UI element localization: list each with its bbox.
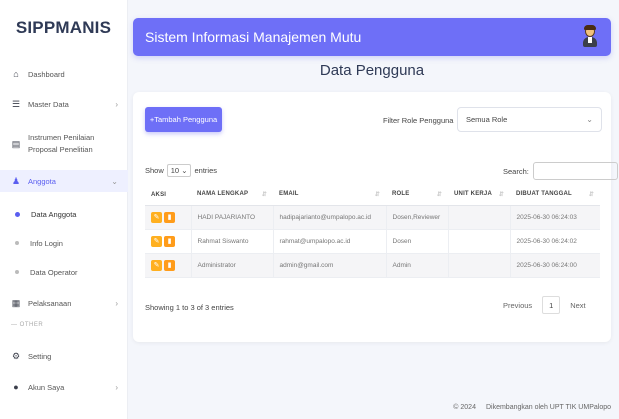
sidebar-item-anggota[interactable]: ♟ Anggota ⌄ bbox=[0, 170, 128, 192]
column-header-unit[interactable]: UNIT KERJA ⇵ bbox=[448, 185, 510, 206]
cell-unit bbox=[447, 253, 510, 278]
sidebar-subitem-label: Info Login bbox=[30, 238, 63, 248]
bullet-icon bbox=[15, 241, 19, 245]
next-page-button[interactable]: Next bbox=[564, 301, 591, 310]
chevron-down-icon: ⌄ bbox=[111, 176, 118, 186]
search-input[interactable] bbox=[532, 162, 618, 180]
search-label: Search: bbox=[503, 166, 529, 176]
edit-button[interactable]: ✎ bbox=[151, 211, 162, 223]
edit-button[interactable]: ✎ bbox=[151, 235, 162, 247]
bullet-icon bbox=[15, 270, 19, 274]
chevron-right-icon: › bbox=[115, 382, 118, 392]
chevron-right-icon: › bbox=[115, 298, 118, 308]
section-label-other: — OTHER bbox=[11, 322, 44, 328]
add-user-button[interactable]: +Tambah Pengguna bbox=[145, 107, 222, 132]
avatar[interactable] bbox=[581, 25, 599, 48]
sidebar-subitem-label: Data Anggota bbox=[31, 209, 77, 219]
cell-created: 2025-06-30 06:24:03 bbox=[509, 205, 600, 230]
header-bar: Sistem Informasi Manajemen Mutu bbox=[133, 18, 611, 56]
cell-name: HADI PAJARIANTO bbox=[190, 205, 273, 230]
delete-button[interactable]: ▮ bbox=[164, 211, 175, 223]
footer-credit: Dikembangkan oleh UPT TIK UMPalopo bbox=[485, 404, 611, 411]
page-length-control: Show 10 ⌄ entries bbox=[145, 164, 217, 177]
column-header-email[interactable]: EMAIL ⇵ bbox=[273, 185, 386, 206]
previous-page-button[interactable]: Previous bbox=[497, 301, 538, 310]
users-card: +Tambah Pengguna Filter Role Pengguna Se… bbox=[133, 92, 618, 342]
sidebar-item-pelaksanaan[interactable]: ▦ Pelaksanaan › bbox=[0, 294, 128, 312]
cell-email: admin@gmail.com bbox=[272, 253, 386, 278]
calendar-icon: ▦ bbox=[11, 297, 21, 308]
page-1-button[interactable]: 1 bbox=[542, 296, 561, 314]
sidebar-item-label: Anggota bbox=[28, 176, 56, 186]
sidebar-item-label: Master Data bbox=[28, 99, 69, 109]
search-control: Search: bbox=[503, 162, 618, 180]
cell-email: hadipajarianto@umpalopo.ac.id bbox=[272, 205, 386, 230]
sidebar-item-dashboard[interactable]: ⌂ Dashboard bbox=[0, 65, 128, 83]
filter-role-value: Semua Role bbox=[466, 115, 508, 124]
sidebar-item-akun-saya[interactable]: ● Akun Saya › bbox=[0, 378, 128, 396]
table-info: Showing 1 to 3 of 3 entries bbox=[145, 303, 234, 312]
document-icon: ▤ bbox=[11, 138, 21, 149]
table-row: ✎ ▮ HADI PAJARIANTO hadipajarianto@umpalo… bbox=[145, 205, 600, 230]
sidebar-item-setting[interactable]: ⚙ Setting bbox=[0, 347, 128, 365]
cell-name: Rahmat Siswanto bbox=[190, 229, 273, 254]
sidebar-item-label: Dashboard bbox=[28, 69, 65, 79]
column-header-nama[interactable]: NAMA LENGKAP ⇵ bbox=[191, 185, 273, 206]
column-header-dibuat[interactable]: DIBUAT TANGGAL ⇵ bbox=[510, 185, 600, 206]
sidebar-subitem-data-anggota[interactable]: Data Anggota bbox=[0, 207, 128, 221]
app-title: Sistem Informasi Manajemen Mutu bbox=[145, 29, 362, 45]
users-table: AKSI NAMA LENGKAP ⇵ EMAIL ⇵ ROLE ⇵ UNIT KER… bbox=[145, 185, 600, 278]
database-icon: ☰ bbox=[11, 98, 21, 109]
sidebar-item-label: Setting bbox=[28, 351, 52, 361]
cell-role: Admin bbox=[385, 253, 448, 278]
chevron-down-icon: ⌄ bbox=[586, 115, 593, 124]
sidebar: SIPPMANIS ⌂ Dashboard ☰ Master Data › ▤ … bbox=[0, 0, 128, 419]
column-header-role[interactable]: ROLE ⇵ bbox=[386, 185, 448, 206]
sidebar-item-label: Pelaksanaan bbox=[28, 298, 72, 308]
footer: © 2024 Dikembangkan oleh UPT TIK UMPalop… bbox=[133, 404, 611, 411]
filter-role-select[interactable]: Semua Role ⌄ bbox=[457, 107, 602, 132]
page-length-select[interactable]: 10 ⌄ bbox=[166, 164, 192, 177]
table-row: ✎ ▮ Administrator admin@gmail.com Admin 2… bbox=[145, 253, 600, 278]
cell-created: 2025-06-30 06:24:00 bbox=[509, 253, 600, 278]
account-icon: ● bbox=[13, 382, 19, 392]
table-header-row: AKSI NAMA LENGKAP ⇵ EMAIL ⇵ ROLE ⇵ UNIT KER… bbox=[145, 185, 600, 206]
page-title: Data Pengguna bbox=[319, 62, 425, 79]
sidebar-item-instrumen[interactable]: ▤ Instrumen Penilaian Proposal Penelitia… bbox=[0, 126, 128, 162]
home-icon: ⌂ bbox=[13, 69, 19, 79]
sidebar-item-label: Instrumen Penilaian Proposal Penelitian bbox=[28, 133, 95, 154]
sidebar-item-label: Akun Saya bbox=[28, 382, 65, 392]
sidebar-subitem-data-operator[interactable]: Data Operator bbox=[0, 265, 128, 279]
cell-created: 2025-06-30 06:24:02 bbox=[509, 229, 600, 254]
delete-button[interactable]: ▮ bbox=[164, 235, 175, 247]
cell-email: rahmat@umpalopo.ac.id bbox=[272, 229, 386, 254]
delete-button[interactable]: ▮ bbox=[164, 259, 175, 271]
sidebar-subitem-label: Data Operator bbox=[30, 267, 78, 277]
cell-role: Dosen,Reviewer bbox=[385, 205, 448, 230]
filter-role-label: Filter Role Pengguna bbox=[383, 116, 454, 125]
table-row: ✎ ▮ Rahmat Siswanto rahmat@umpalopo.ac.id… bbox=[145, 229, 600, 254]
sidebar-subitem-info-login[interactable]: Info Login bbox=[0, 236, 128, 250]
gear-icon: ⚙ bbox=[11, 350, 21, 361]
brand-logo[interactable]: SIPPMANIS bbox=[0, 0, 127, 48]
footer-year: © 2024 bbox=[453, 404, 476, 411]
cell-name: Administrator bbox=[190, 253, 273, 278]
cell-role: Dosen bbox=[385, 229, 448, 254]
bullet-icon bbox=[15, 211, 20, 217]
sidebar-item-master-data[interactable]: ☰ Master Data › bbox=[0, 95, 128, 113]
chevron-right-icon: › bbox=[115, 99, 118, 109]
cell-unit bbox=[447, 205, 510, 230]
column-header-aksi[interactable]: AKSI bbox=[145, 185, 191, 206]
pagination: Previous 1 Next bbox=[497, 296, 592, 314]
cell-unit bbox=[447, 229, 510, 254]
user-icon: ♟ bbox=[11, 175, 21, 186]
edit-button[interactable]: ✎ bbox=[151, 259, 162, 271]
